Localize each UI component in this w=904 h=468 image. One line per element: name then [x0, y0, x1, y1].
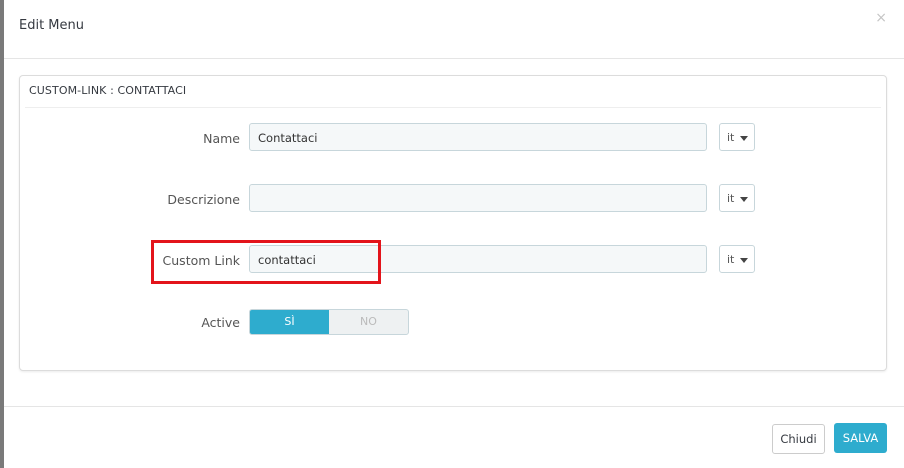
language-code: it [727, 253, 735, 266]
modal-header: Edit Menu × [4, 0, 904, 59]
caret-down-icon [740, 258, 748, 263]
panel-heading: CUSTOM-LINK : CONTATTACI [29, 84, 187, 97]
language-code: it [727, 192, 735, 205]
active-toggle[interactable]: SÌ NO [249, 309, 409, 335]
language-code: it [727, 131, 735, 144]
modal-title: Edit Menu [19, 18, 84, 33]
active-no-option[interactable]: NO [329, 310, 408, 334]
modal-footer: Chiudi SALVA [4, 406, 904, 468]
custom-link-input-value: contattaci [258, 253, 316, 267]
close-button[interactable]: Chiudi [772, 424, 825, 454]
description-input[interactable] [249, 184, 707, 212]
custom-link-panel: CUSTOM-LINK : CONTATTACI Name Contattaci… [19, 75, 887, 371]
custom-link-language-dropdown[interactable]: it [719, 245, 755, 273]
panel-divider [25, 107, 881, 108]
name-language-dropdown[interactable]: it [719, 123, 755, 151]
name-input-value: Contattaci [258, 131, 318, 145]
name-input[interactable]: Contattaci [249, 123, 707, 151]
description-label: Descrizione [167, 192, 240, 207]
name-row: Name Contattaci it [20, 123, 886, 155]
custom-link-input[interactable]: contattaci [249, 245, 707, 273]
caret-down-icon [740, 197, 748, 202]
active-yes-option[interactable]: SÌ [250, 310, 329, 334]
save-button[interactable]: SALVA [834, 423, 887, 453]
close-icon[interactable]: × [875, 10, 887, 26]
caret-down-icon [740, 136, 748, 141]
active-row: Active SÌ NO [20, 309, 886, 341]
name-label: Name [203, 131, 240, 146]
active-label: Active [201, 315, 240, 330]
custom-link-label: Custom Link [162, 253, 240, 268]
description-row: Descrizione it [20, 184, 886, 216]
custom-link-row: Custom Link contattaci it [20, 245, 886, 277]
edit-menu-modal: Edit Menu × CUSTOM-LINK : CONTATTACI Nam… [4, 0, 904, 468]
description-language-dropdown[interactable]: it [719, 184, 755, 212]
